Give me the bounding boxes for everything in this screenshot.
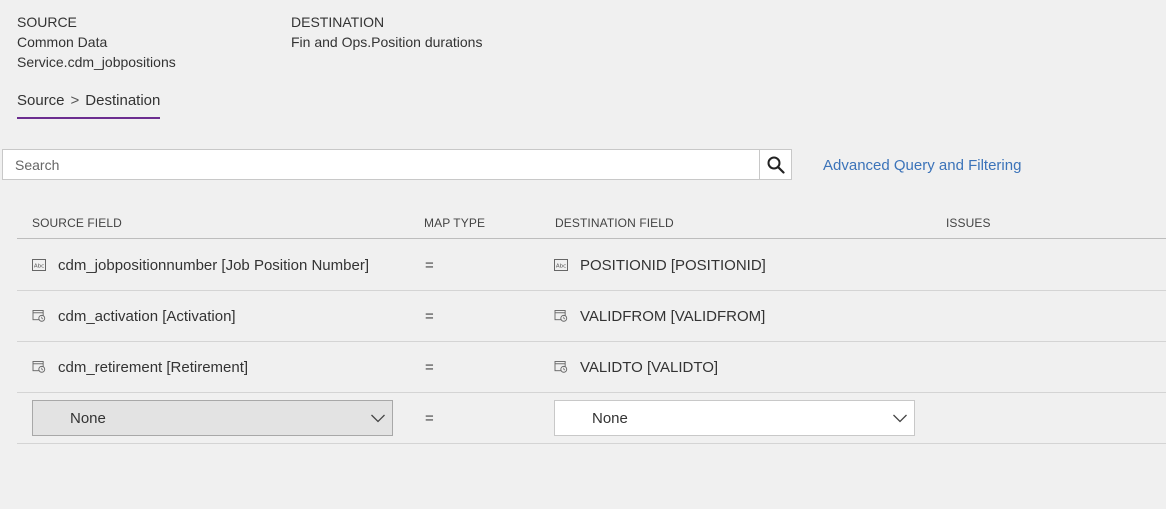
search-box xyxy=(2,149,792,180)
source-name-line2: Service.cdm_jobpositions xyxy=(17,54,176,70)
column-header-source-field: SOURCE FIELD xyxy=(32,216,122,230)
column-header-destination-field: DESTINATION FIELD xyxy=(555,216,674,230)
datetime-field-icon xyxy=(32,310,46,322)
tab-source-destination[interactable]: Source > Destination xyxy=(17,92,160,109)
source-field-name: cdm_jobpositionnumber [Job Position Numb… xyxy=(58,256,369,274)
table-row[interactable]: cdm_retirement [Retirement] = VALIDTO [V… xyxy=(17,342,1166,392)
destination-caption: DESTINATION xyxy=(291,14,385,30)
chevron-down-icon xyxy=(371,414,385,423)
map-type-cell: = xyxy=(425,358,434,376)
text-field-icon: Abc xyxy=(32,259,46,271)
active-tab-underline xyxy=(17,117,160,119)
source-field-cell: cdm_activation [Activation] xyxy=(32,291,236,341)
chevron-down-icon xyxy=(893,414,907,423)
table-row[interactable]: cdm_activation [Activation] = VALIDFROM … xyxy=(17,291,1166,341)
source-select-value: None xyxy=(70,409,106,427)
destination-field-cell: VALIDFROM [VALIDFROM] xyxy=(554,291,765,341)
source-field-cell: Abc cdm_jobpositionnumber [Job Position … xyxy=(32,240,369,290)
column-header-issues: ISSUES xyxy=(946,216,991,230)
destination-field-name: VALIDTO [VALIDTO] xyxy=(580,358,719,376)
datetime-field-icon xyxy=(554,361,568,373)
source-field-name: cdm_retirement [Retirement] xyxy=(58,358,249,376)
map-type-cell: = xyxy=(425,256,434,274)
advanced-query-link[interactable]: Advanced Query and Filtering xyxy=(823,157,1021,174)
destination-field-select[interactable]: None xyxy=(554,400,915,436)
destination-name: Fin and Ops.Position durations xyxy=(291,34,483,50)
table-row[interactable]: Abc cdm_jobpositionnumber [Job Position … xyxy=(17,240,1166,290)
svg-text:Abc: Abc xyxy=(34,264,44,270)
source-caption: SOURCE xyxy=(17,14,77,30)
source-field-name: cdm_activation [Activation] xyxy=(58,307,236,325)
source-name-line1: Common Data xyxy=(17,34,108,50)
destination-field-name: VALIDFROM [VALIDFROM] xyxy=(580,307,766,325)
tab-label-destination: Destination xyxy=(85,92,161,109)
source-field-cell: cdm_retirement [Retirement] xyxy=(32,342,248,392)
datetime-field-icon xyxy=(32,361,46,373)
search-icon xyxy=(767,156,785,174)
source-field-select[interactable]: None xyxy=(32,400,393,436)
source-info: SOURCE Common Data Service.cdm_jobpositi… xyxy=(17,12,176,72)
tab-label-source: Source xyxy=(17,92,65,109)
search-button[interactable] xyxy=(759,150,791,179)
text-field-icon: Abc xyxy=(554,259,568,271)
new-mapping-row: None = None xyxy=(17,393,1166,443)
row-divider xyxy=(17,443,1166,444)
map-type-cell: = xyxy=(425,409,434,427)
destination-info: DESTINATION Fin and Ops.Position duratio… xyxy=(291,12,482,52)
search-input[interactable] xyxy=(3,150,761,179)
header-divider xyxy=(17,238,1166,239)
destination-select-value: None xyxy=(592,409,628,427)
destination-field-name: POSITIONID [POSITIONID] xyxy=(580,256,766,274)
map-type-cell: = xyxy=(425,307,434,325)
destination-field-cell: Abc POSITIONID [POSITIONID] xyxy=(554,240,766,290)
column-header-map-type: MAP TYPE xyxy=(424,216,486,230)
destination-field-cell: VALIDTO [VALIDTO] xyxy=(554,342,718,392)
svg-text:Abc: Abc xyxy=(556,264,566,270)
tab-separator: > xyxy=(70,92,80,109)
datetime-field-icon xyxy=(554,310,568,322)
